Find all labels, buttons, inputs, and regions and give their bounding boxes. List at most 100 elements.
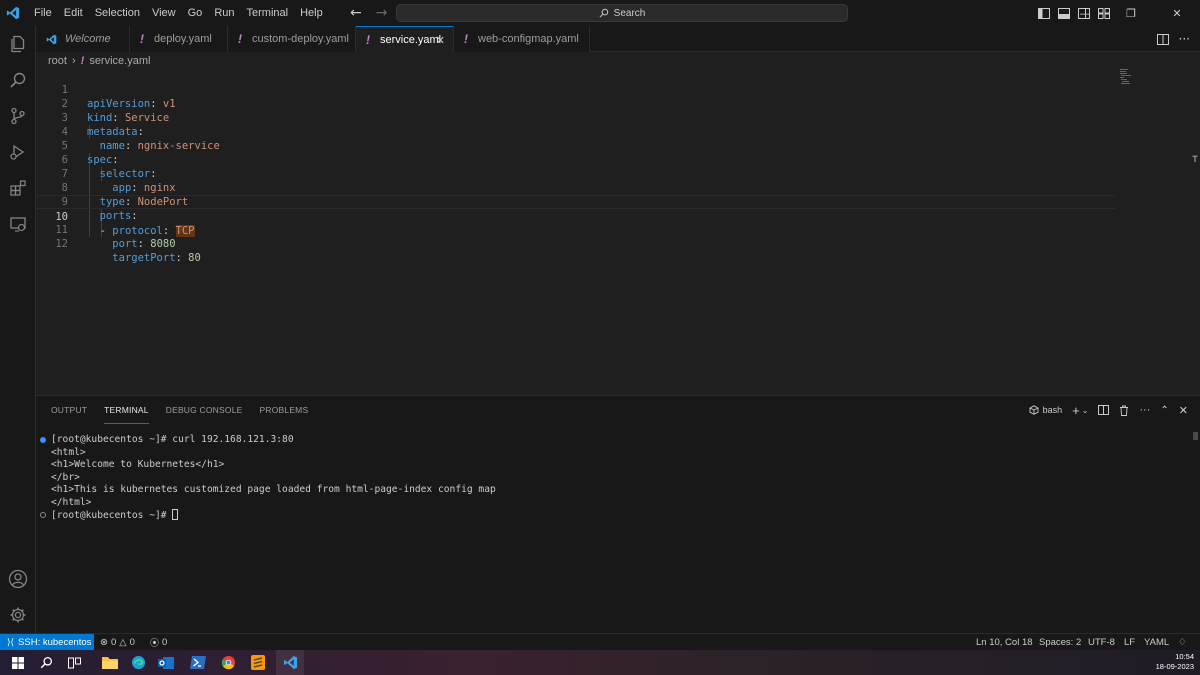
ports-count: 0: [162, 636, 168, 648]
toggle-primary-sidebar-icon[interactable]: [1038, 7, 1050, 19]
extensions-icon[interactable]: [0, 170, 36, 206]
source-control-icon[interactable]: [0, 98, 36, 134]
close-tab-icon[interactable]: ✕: [436, 34, 445, 47]
tab-output[interactable]: OUTPUT: [51, 396, 87, 424]
menu-file[interactable]: File: [28, 0, 58, 26]
end-of-line[interactable]: LF: [1124, 634, 1135, 650]
tab-label: service.yaml: [380, 34, 442, 46]
terminal-prompt-line: [root@kubecentos ~]#: [51, 509, 179, 522]
tab-debug-console[interactable]: DEBUG CONSOLE: [166, 396, 243, 424]
title-bar: File Edit Selection View Go Run Terminal…: [0, 0, 1200, 26]
terminal-line: <h1>Welcome to Kubernetes</h1>: [51, 459, 225, 470]
accounts-icon[interactable]: [0, 561, 36, 597]
breadcrumb-file[interactable]: service.yaml: [89, 55, 150, 67]
forward-arrow-icon[interactable]: →: [376, 5, 388, 21]
maximize-panel-icon[interactable]: ⌃: [1160, 405, 1168, 416]
command-pending-dot-icon[interactable]: [40, 512, 46, 518]
code-line: 2 kind: Service: [36, 83, 1116, 124]
remote-explorer-icon[interactable]: [0, 206, 36, 242]
line-number: 12: [55, 238, 68, 250]
tab-service-yaml[interactable]: ! service.yaml ✕: [356, 26, 454, 53]
run-debug-icon[interactable]: [0, 134, 36, 170]
menu-edit[interactable]: Edit: [58, 0, 89, 26]
menu-run[interactable]: Run: [208, 0, 240, 26]
code-line: 1 apiVersion: v1: [36, 69, 1116, 110]
remote-label: SSH: kubecentos: [18, 636, 92, 648]
search-view-icon[interactable]: [0, 62, 36, 98]
yaml-value: 80: [188, 252, 201, 264]
editor-tab-bar: Welcome ! deploy.yaml ! custom-deploy.ya…: [36, 26, 1200, 53]
command-center-search[interactable]: Search: [396, 4, 848, 22]
code-line: 9 ports:: [36, 181, 1116, 222]
new-terminal-icon[interactable]: +: [1072, 403, 1080, 418]
encoding[interactable]: UTF-8: [1088, 634, 1115, 650]
yaml-value: 8080: [150, 238, 176, 250]
ports-indicator[interactable]: ⦿ 0: [150, 634, 167, 650]
tab-custom-deploy-yaml[interactable]: ! custom-deploy.yaml: [228, 26, 356, 52]
menu-selection[interactable]: Selection: [89, 0, 146, 26]
warning-icon: △: [119, 636, 127, 648]
tab-web-configmap-yaml[interactable]: ! web-configmap.yaml: [454, 26, 590, 52]
cursor-position[interactable]: Ln 10, Col 18: [976, 634, 1033, 650]
task-view-icon[interactable]: [60, 650, 88, 675]
sublime-text-icon[interactable]: [244, 650, 272, 675]
tab-terminal[interactable]: TERMINAL: [104, 396, 149, 424]
breadcrumb-root[interactable]: root: [48, 55, 67, 67]
close-window-icon[interactable]: ✕: [1154, 0, 1200, 26]
terminal-prompt: [root@kubecentos ~]#: [51, 510, 173, 521]
close-panel-icon[interactable]: ✕: [1179, 404, 1188, 417]
file-explorer-icon[interactable]: [96, 650, 124, 675]
menu-terminal[interactable]: Terminal: [241, 0, 295, 26]
yaml-file-icon: !: [238, 32, 242, 46]
powershell-icon[interactable]: [184, 650, 212, 675]
menu-view[interactable]: View: [146, 0, 182, 26]
restore-icon[interactable]: ❐: [1108, 0, 1154, 26]
yaml-file-icon: !: [80, 55, 85, 67]
yaml-file-icon: !: [464, 32, 468, 46]
trash-icon[interactable]: [1119, 405, 1129, 416]
remote-indicator[interactable]: ⟩⟨ SSH: kubecentos: [0, 634, 94, 650]
edge-browser-icon[interactable]: [124, 650, 152, 675]
windows-start-icon[interactable]: [4, 650, 32, 675]
back-arrow-icon[interactable]: ←: [350, 5, 362, 21]
explorer-icon[interactable]: [0, 26, 36, 62]
tab-problems[interactable]: PROBLEMS: [260, 396, 309, 424]
yaml-key: port: [112, 238, 138, 250]
terminal-line: <h1>This is kubernetes customized page l…: [51, 484, 496, 495]
vscode-taskbar-icon[interactable]: [276, 650, 304, 675]
indentation[interactable]: Spaces: 2: [1039, 634, 1081, 650]
warning-count: 0: [129, 636, 135, 648]
cube-icon: [1029, 405, 1039, 415]
system-clock[interactable]: 10:54 18-09-2023: [1156, 652, 1194, 672]
menu-help[interactable]: Help: [294, 0, 329, 26]
minimap[interactable]: [1120, 69, 1134, 89]
terminal-scrollbar[interactable]: [1193, 432, 1198, 440]
search-icon: [599, 8, 608, 18]
vscode-logo-icon: [0, 0, 26, 26]
terminal-line: </html>: [51, 496, 92, 508]
tab-deploy-yaml[interactable]: ! deploy.yaml: [130, 26, 228, 52]
tab-welcome[interactable]: Welcome: [36, 26, 130, 52]
notifications-bell-icon[interactable]: ♢: [1178, 634, 1187, 650]
chevron-right-icon: ›: [71, 55, 76, 67]
more-actions-icon[interactable]: ···: [1139, 404, 1150, 416]
code-line: 3 metadata:: [36, 97, 1116, 138]
outlook-icon[interactable]: [152, 650, 180, 675]
chrome-browser-icon[interactable]: [214, 650, 242, 675]
yaml-file-icon: !: [366, 33, 370, 47]
code-editor[interactable]: 1 apiVersion: v1 2 kind: Service 3 metad…: [36, 69, 1200, 394]
language-mode[interactable]: YAML: [1144, 634, 1169, 650]
more-actions-icon[interactable]: ···: [1179, 32, 1190, 46]
problems-indicator[interactable]: ⊗ 0 △ 0: [100, 634, 135, 650]
minimize-icon[interactable]: —: [1062, 0, 1108, 26]
manage-gear-icon[interactable]: [0, 597, 36, 633]
taskbar-search-icon[interactable]: [32, 650, 60, 675]
code-line: 6 selector:: [36, 139, 1116, 180]
menu-go[interactable]: Go: [182, 0, 209, 26]
terminal-shell-selector[interactable]: bash: [1029, 405, 1062, 415]
split-editor-icon[interactable]: [1156, 33, 1169, 45]
terminal-line: <html>: [51, 446, 86, 458]
split-terminal-icon[interactable]: [1098, 405, 1110, 415]
chevron-down-icon[interactable]: ⌄: [1082, 406, 1089, 415]
command-success-dot-icon[interactable]: [40, 437, 46, 443]
